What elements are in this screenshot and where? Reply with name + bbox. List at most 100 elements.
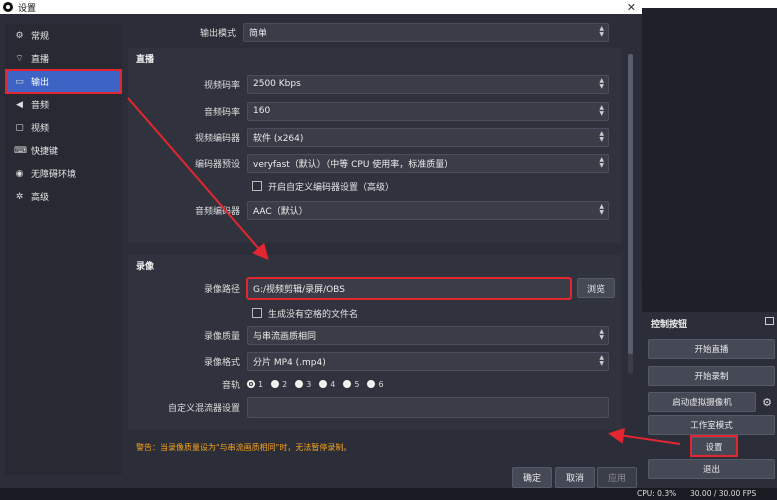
- output-mode-row: 输出模式 简单 ▲ ▼: [128, 22, 628, 42]
- recording-path-row: 录像路径 G:/视频剪辑/录屏/OBS 浏览: [128, 276, 615, 300]
- custom-encoder-checkbox[interactable]: 开启自定义编码器设置（高级）: [252, 180, 394, 193]
- recording-group-title: 录像: [136, 261, 155, 272]
- video-encoder-row: 视频编码器 软件 (x264) ▲ ▼: [128, 127, 609, 147]
- obs-logo-icon: [3, 2, 13, 12]
- start-stream-button[interactable]: 开始直播: [648, 339, 775, 359]
- recording-format-label: 录像格式: [203, 357, 240, 368]
- audio-bitrate-select[interactable]: 160 ▲ ▼: [247, 101, 609, 121]
- close-icon[interactable]: ✕: [627, 2, 636, 13]
- sidebar-item-label: 音频: [31, 101, 50, 111]
- recording-format-select[interactable]: 分片 MP4 (.mp4) ▲ ▼: [247, 351, 609, 371]
- spinner-icon: ▲ ▼: [599, 202, 604, 216]
- video-bitrate-label: 视频码率: [203, 80, 240, 91]
- audio-bitrate-row: 音频码率 160 ▲ ▼: [128, 101, 609, 121]
- video-bitrate-row: 视频码率 2500 Kbps ▲ ▼: [128, 74, 609, 94]
- recording-path-label: 录像路径: [203, 284, 240, 295]
- sidebar-item-advanced[interactable]: ✲ 高级: [6, 185, 121, 208]
- browse-button[interactable]: 浏览: [577, 278, 615, 298]
- cancel-button[interactable]: 取消: [555, 467, 595, 488]
- audio-track-label: 音轨: [221, 380, 240, 391]
- studio-mode-button[interactable]: 工作室模式: [648, 415, 775, 435]
- radio-dot[interactable]: [343, 380, 352, 388]
- gear-icon: ⚙: [15, 30, 24, 41]
- ok-button[interactable]: 确定: [512, 467, 552, 488]
- custom-muxer-row: 自定义混流器设置: [128, 396, 609, 418]
- audio-encoder-value: AAC（默认）: [253, 206, 308, 217]
- track-radio-2[interactable]: 2: [271, 380, 287, 389]
- controls-dock-title: 控制按钮: [651, 320, 688, 330]
- checkbox-box[interactable]: [252, 181, 262, 191]
- cpu-usage: CPU: 0.3%: [637, 489, 677, 498]
- settings-button[interactable]: 设置: [691, 437, 737, 457]
- track-label: 1: [258, 379, 264, 389]
- no-space-label: 生成没有空格的文件名: [268, 309, 359, 320]
- output-mode-label: 输出模式: [199, 28, 236, 39]
- custom-muxer-input[interactable]: [247, 396, 609, 418]
- recording-group: 录像 录像路径 G:/视频剪辑/录屏/OBS 浏览 生成没有空格的文件名 录像质…: [128, 255, 622, 430]
- sidebar-item-audio[interactable]: ◀ 音频: [6, 93, 121, 116]
- track-label: 5: [354, 379, 360, 389]
- virtual-camera-settings-gear-icon[interactable]: ⚙: [760, 396, 774, 410]
- speaker-icon: ◀: [16, 99, 23, 110]
- radio-dot[interactable]: [319, 380, 328, 388]
- settings-dialog: ⚙ 常规 ⌔ 直播 ▭ 输出 ◀ 音频 ▢ 视频 ⌨ 快捷键 ◉ 无障碍环境 ✲: [0, 14, 642, 500]
- recording-path-input[interactable]: G:/视频剪辑/录屏/OBS: [246, 276, 572, 300]
- radio-dot[interactable]: [295, 380, 304, 388]
- encoder-preset-select[interactable]: veryfast（默认）（中等 CPU 使用率，标准质量） ▲ ▼: [247, 153, 609, 173]
- track-radio-3[interactable]: 3: [295, 380, 311, 389]
- recording-quality-value: 与串流画质相同: [253, 331, 317, 342]
- output-mode-select[interactable]: 简单 ▲ ▼: [243, 22, 609, 42]
- radio-dot[interactable]: [247, 380, 255, 388]
- encoder-preset-value: veryfast（默认）（中等 CPU 使用率，标准质量）: [253, 159, 454, 170]
- video-encoder-value: 软件 (x264): [253, 133, 304, 144]
- recording-quality-row: 录像质量 与串流画质相同 ▲ ▼: [128, 325, 609, 345]
- recording-quality-select[interactable]: 与串流画质相同 ▲ ▼: [247, 325, 609, 345]
- status-bar: CPU: 0.3% 30.00 / 30.00 FPS: [0, 488, 777, 500]
- start-virtual-camera-button[interactable]: 启动虚拟摄像机: [648, 392, 756, 412]
- video-bitrate-spinbox[interactable]: 2500 Kbps ▲ ▼: [247, 74, 609, 94]
- video-bitrate-value: 2500 Kbps: [253, 79, 301, 89]
- sidebar-item-hotkeys[interactable]: ⌨ 快捷键: [6, 139, 121, 162]
- output-icon: ▭: [15, 76, 24, 87]
- sidebar-item-label: 常规: [31, 32, 50, 42]
- custom-encoder-label: 开启自定义编码器设置（高级）: [268, 182, 395, 193]
- video-encoder-label: 视频编码器: [194, 133, 240, 144]
- antenna-icon: ⌔: [15, 54, 24, 64]
- sidebar-item-output[interactable]: ▭ 输出: [5, 69, 122, 94]
- window-title: 设置: [18, 3, 37, 14]
- sidebar-item-label: 输出: [31, 78, 50, 88]
- audio-encoder-select[interactable]: AAC（默认） ▲ ▼: [247, 200, 609, 220]
- radio-dot[interactable]: [367, 380, 376, 388]
- track-radio-4[interactable]: 4: [319, 380, 335, 389]
- apply-button[interactable]: 应用: [597, 467, 637, 488]
- sidebar-item-label: 无障碍环境: [31, 170, 77, 180]
- recording-format-row: 录像格式 分片 MP4 (.mp4) ▲ ▼: [128, 351, 609, 371]
- track-radio-5[interactable]: 5: [343, 380, 359, 389]
- spinner-icon: ▲ ▼: [599, 327, 604, 341]
- settings-sidebar: ⚙ 常规 ⌔ 直播 ▭ 输出 ◀ 音频 ▢ 视频 ⌨ 快捷键 ◉ 无障碍环境 ✲: [5, 24, 122, 475]
- sidebar-item-video[interactable]: ▢ 视频: [6, 116, 121, 139]
- video-encoder-select[interactable]: 软件 (x264) ▲ ▼: [247, 127, 609, 147]
- checkbox-box[interactable]: [252, 308, 262, 318]
- output-mode-value: 简单: [249, 28, 268, 39]
- sidebar-item-general[interactable]: ⚙ 常规: [6, 24, 121, 47]
- sidebar-item-accessibility[interactable]: ◉ 无障碍环境: [6, 162, 121, 185]
- preview-area: [642, 8, 777, 282]
- track-radio-6[interactable]: 6: [367, 380, 384, 389]
- track-radio-1[interactable]: 1: [247, 380, 263, 389]
- spinner-icon: ▲ ▼: [599, 155, 604, 169]
- radio-dot[interactable]: [271, 380, 280, 388]
- settings-scrollbar[interactable]: [628, 54, 633, 374]
- no-space-checkbox[interactable]: 生成没有空格的文件名: [252, 307, 358, 320]
- monitor-icon: ▢: [15, 122, 24, 133]
- custom-muxer-label: 自定义混流器设置: [167, 403, 240, 414]
- undock-icon[interactable]: [765, 317, 774, 325]
- encoder-preset-row: 编码器预设 veryfast（默认）（中等 CPU 使用率，标准质量） ▲ ▼: [128, 153, 609, 173]
- exit-button[interactable]: 退出: [648, 459, 775, 479]
- audio-encoder-row: 音频编码器 AAC（默认） ▲ ▼: [128, 200, 609, 220]
- streaming-group-title: 直播: [136, 54, 155, 65]
- sidebar-item-stream[interactable]: ⌔ 直播: [6, 47, 121, 70]
- sidebar-item-label: 视频: [31, 124, 50, 134]
- scrollbar-thumb[interactable]: [628, 54, 633, 354]
- start-record-button[interactable]: 开始录制: [648, 366, 775, 386]
